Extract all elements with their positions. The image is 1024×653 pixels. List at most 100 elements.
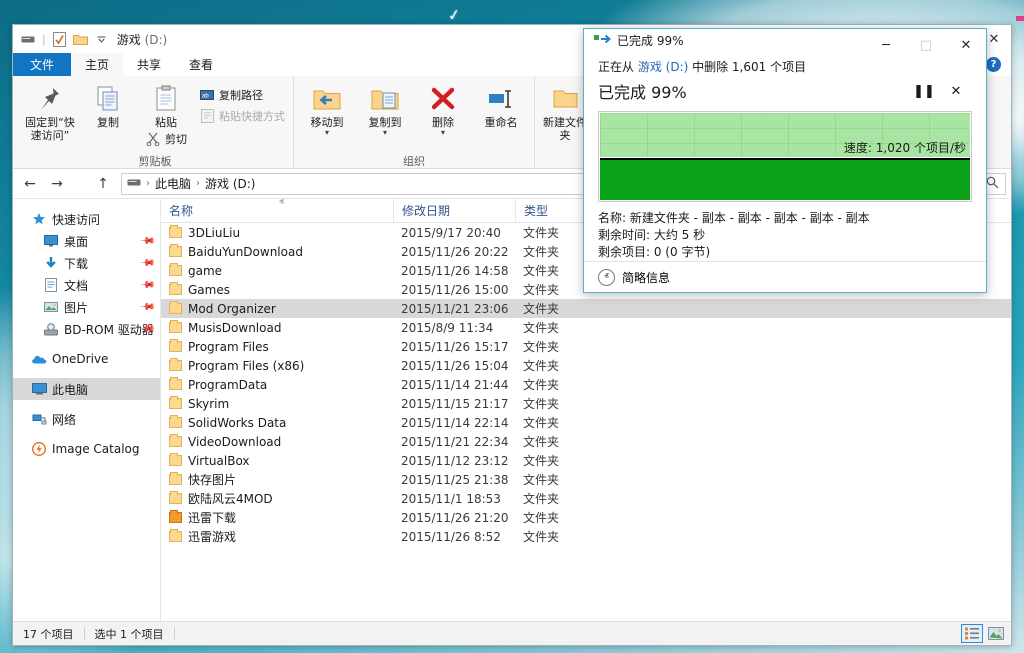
copy-to-caret-icon[interactable]: ▾: [383, 129, 387, 136]
sidebar-item-quick-access[interactable]: 快速访问: [13, 208, 160, 230]
sidebar-item-documents[interactable]: 文档 📌: [13, 274, 160, 296]
sidebar-item-label: OneDrive: [52, 352, 108, 366]
table-row[interactable]: MusisDownload 2015/8/9 11:34 文件夹: [161, 318, 1011, 337]
tab-home[interactable]: 主页: [71, 53, 123, 76]
up-button[interactable]: ↑: [91, 173, 115, 195]
rename-button[interactable]: 重命名: [472, 81, 530, 131]
sidebar-item-downloads[interactable]: 下载 📌: [13, 252, 160, 274]
ribbon-group-organize-label: 组织: [298, 153, 530, 168]
delete-caret-icon[interactable]: ▾: [441, 129, 445, 136]
help-icon[interactable]: ?: [986, 57, 1001, 72]
file-date-cell: 2015/11/14 22:14: [393, 413, 515, 432]
dialog-close-button[interactable]: ✕: [946, 29, 986, 61]
sidebar-item-label: 下载: [64, 255, 88, 272]
copy-button[interactable]: 复制: [79, 81, 137, 131]
quick-access-toolbar[interactable]: |: [20, 31, 110, 47]
column-header-name[interactable]: 名称 ⱏ: [161, 199, 393, 223]
copy-to-button[interactable]: 复制到 ▾: [356, 81, 414, 138]
breadcrumb-item-this-pc[interactable]: 此电脑: [155, 175, 191, 192]
tab-view[interactable]: 查看: [175, 53, 227, 76]
column-header-date[interactable]: 修改日期: [393, 199, 515, 223]
file-date-cell: 2015/11/12 23:12: [393, 451, 515, 470]
file-name-label: 3DLiuLiu: [188, 226, 240, 240]
file-name-cell: SolidWorks Data: [161, 413, 393, 432]
file-type-cell: 文件夹: [515, 508, 607, 527]
recent-locations-icon[interactable]: ⱟ: [72, 173, 88, 195]
dialog-window-controls: ─ □ ✕: [866, 29, 986, 61]
copy-path-button[interactable]: ab 复制路径: [195, 85, 289, 105]
pin-icon[interactable]: 📌: [138, 233, 155, 250]
back-button[interactable]: ←: [18, 173, 42, 195]
tab-file[interactable]: 文件: [13, 53, 71, 76]
move-to-caret-icon[interactable]: ▾: [325, 129, 329, 136]
chevron-up-icon[interactable]: ⱏ: [598, 269, 615, 286]
pin-icon[interactable]: 📌: [138, 277, 155, 294]
paste-shortcut-button[interactable]: 粘贴快捷方式: [195, 106, 289, 126]
dialog-source-location[interactable]: 游戏 (D:): [638, 60, 688, 74]
sidebar-item-bd-rom-drive[interactable]: BD-ROM 驱动器 📌: [13, 318, 160, 340]
file-date-cell: 2015/11/26 20:22: [393, 242, 515, 261]
sidebar-item-onedrive[interactable]: OneDrive: [13, 348, 160, 370]
network-icon: [31, 411, 47, 427]
file-type-cell: 文件夹: [515, 432, 607, 451]
breadcrumb-item-drive-d[interactable]: 游戏 (D:): [205, 175, 255, 192]
breadcrumb-separator: ›: [144, 178, 152, 189]
paste-button[interactable]: 粘贴 剪切: [137, 81, 195, 150]
sidebar-item-pictures[interactable]: 图片 📌: [13, 296, 160, 318]
move-to-button[interactable]: 移动到 ▾: [298, 81, 356, 138]
svg-text:ab: ab: [202, 94, 209, 100]
window-title-name: 游戏: [117, 33, 141, 47]
table-row[interactable]: 迅雷下载 2015/11/26 21:20 文件夹: [161, 508, 1011, 527]
sidebar-item-desktop[interactable]: 桌面 📌: [13, 230, 160, 252]
dialog-minimize-button[interactable]: ─: [866, 29, 906, 61]
sidebar-item-this-pc[interactable]: 此电脑: [13, 378, 160, 400]
table-row[interactable]: Mod Organizer 2015/11/21 23:06 文件夹: [161, 299, 1011, 318]
table-row[interactable]: Program Files (x86) 2015/11/26 15:04 文件夹: [161, 356, 1011, 375]
pin-icon[interactable]: 📌: [138, 255, 155, 272]
speed-label: 速度: 1,020 个项目/秒: [844, 139, 966, 156]
file-date-cell: 2015/11/21 22:34: [393, 432, 515, 451]
table-row[interactable]: Program Files 2015/11/26 15:17 文件夹: [161, 337, 1011, 356]
table-row[interactable]: VirtualBox 2015/11/12 23:12 文件夹: [161, 451, 1011, 470]
cut-button[interactable]: 剪切: [143, 130, 189, 148]
table-row[interactable]: VideoDownload 2015/11/21 22:34 文件夹: [161, 432, 1011, 451]
new-folder-icon[interactable]: [73, 31, 89, 47]
status-separator: [84, 627, 85, 640]
pause-button[interactable]: ❚❚: [908, 79, 940, 103]
sidebar-item-network[interactable]: 网络: [13, 408, 160, 430]
delete-button[interactable]: 删除 ▾: [414, 81, 472, 138]
forward-button[interactable]: →: [45, 173, 69, 195]
folder-icon: [169, 474, 182, 485]
qat-separator: |: [42, 33, 46, 46]
dialog-details-toggle-label[interactable]: 简略信息: [622, 269, 670, 286]
table-row[interactable]: ProgramData 2015/11/14 21:44 文件夹: [161, 375, 1011, 394]
dialog-title-text: 已完成 99%: [617, 32, 684, 49]
status-item-count: 17 个项目: [23, 626, 74, 642]
window-title-drive: (D:): [145, 33, 168, 47]
folder-icon: [169, 417, 182, 428]
file-date-cell: 2015/11/26 21:20: [393, 508, 515, 527]
table-row[interactable]: Skyrim 2015/11/15 21:17 文件夹: [161, 394, 1011, 413]
file-type-cell: 文件夹: [515, 451, 607, 470]
file-type-cell: 文件夹: [515, 356, 607, 375]
large-icons-view-button[interactable]: [985, 624, 1007, 643]
table-row[interactable]: 欧陆风云4MOD 2015/11/1 18:53 文件夹: [161, 489, 1011, 508]
table-row[interactable]: 迅雷游戏 2015/11/26 8:52 文件夹: [161, 527, 1011, 546]
optical-drive-icon: [43, 321, 59, 337]
pin-to-quick-access-button[interactable]: 固定到“快速访问”: [21, 81, 79, 144]
dialog-maximize-button: □: [906, 29, 946, 61]
properties-icon[interactable]: [52, 31, 68, 47]
table-row[interactable]: SolidWorks Data 2015/11/14 22:14 文件夹: [161, 413, 1011, 432]
status-separator: [174, 627, 175, 640]
folder-icon: [169, 227, 182, 238]
pin-icon[interactable]: 📌: [138, 299, 155, 316]
chevron-down-icon[interactable]: [94, 31, 110, 47]
folder-icon: [169, 398, 182, 409]
tab-share[interactable]: 共享: [123, 53, 175, 76]
cancel-button[interactable]: ✕: [940, 79, 972, 103]
table-row[interactable]: 快存图片 2015/11/25 21:38 文件夹: [161, 470, 1011, 489]
folder-icon: [169, 341, 182, 352]
status-bar: 17 个项目 选中 1 个项目: [13, 621, 1011, 645]
sidebar-item-image-catalog[interactable]: Image Catalog: [13, 438, 160, 460]
details-view-button[interactable]: [961, 624, 983, 643]
